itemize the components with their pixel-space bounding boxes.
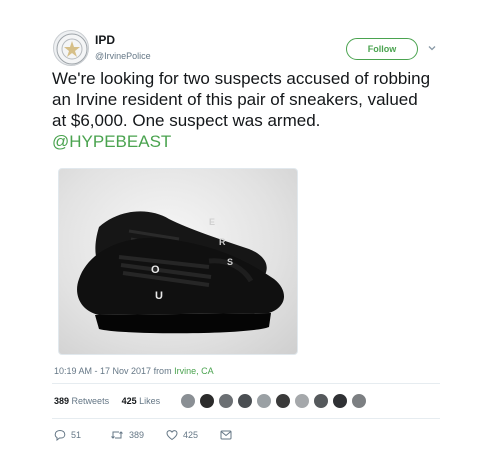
sneakers-image: O U E R S xyxy=(77,211,285,334)
tweet-card: IPD @IrvinePolice Follow We're looking f… xyxy=(0,0,480,460)
reply-icon xyxy=(54,429,66,441)
likes-count: 425 xyxy=(121,396,137,406)
divider xyxy=(52,418,440,419)
engagement-stats: 389 Retweets 425 Likes xyxy=(54,396,170,406)
tweet-body: We're looking for two suspects accused o… xyxy=(52,69,431,130)
chevron-down-icon[interactable] xyxy=(426,42,438,54)
follow-button[interactable]: Follow xyxy=(346,38,418,60)
retweet-count: 389 xyxy=(129,430,145,440)
liker-avatar[interactable] xyxy=(256,393,272,409)
shoe-letter: R xyxy=(219,237,226,247)
divider xyxy=(52,383,440,384)
shoe-letter: E xyxy=(209,217,215,227)
heart-icon xyxy=(166,430,178,441)
retweets-label: Retweets xyxy=(71,396,110,406)
retweets-stat[interactable]: 389 Retweets xyxy=(54,396,112,406)
like-button[interactable]: 425 xyxy=(166,429,220,441)
tweet-location[interactable]: Irvine, CA xyxy=(174,366,214,376)
tweet-time[interactable]: 10:19 AM - 17 Nov 2017 from xyxy=(54,366,172,376)
tweet-actions: 51 389 425 xyxy=(54,429,237,441)
liker-avatar[interactable] xyxy=(237,393,253,409)
likers-avatars xyxy=(180,393,370,409)
like-count: 425 xyxy=(183,430,199,440)
mention-link[interactable]: @HYPEBEAST xyxy=(52,132,171,151)
liker-avatar[interactable] xyxy=(275,393,291,409)
likes-label: Likes xyxy=(139,396,161,406)
liker-avatar[interactable] xyxy=(218,393,234,409)
shoe-letter: O xyxy=(151,264,160,276)
shoe-letter: U xyxy=(155,290,163,302)
liker-avatar[interactable] xyxy=(351,393,367,409)
liker-avatar[interactable] xyxy=(199,393,215,409)
user-name[interactable]: IPD xyxy=(95,33,115,47)
user-handle[interactable]: @IrvinePolice xyxy=(95,51,151,61)
envelope-icon xyxy=(220,430,232,440)
shoe-letter: S xyxy=(227,257,233,267)
liker-avatar[interactable] xyxy=(180,393,196,409)
tweet-media[interactable]: O U E R S xyxy=(58,168,298,355)
retweet-button[interactable]: 389 xyxy=(110,429,166,441)
badge-icon xyxy=(56,33,88,65)
avatar[interactable] xyxy=(53,30,89,66)
reply-button[interactable]: 51 xyxy=(54,429,110,441)
retweets-count: 389 xyxy=(54,396,70,406)
retweet-icon xyxy=(111,431,123,439)
tweet-text: We're looking for two suspects accused o… xyxy=(52,68,432,152)
liker-avatar[interactable] xyxy=(332,393,348,409)
tweet-timestamp: 10:19 AM - 17 Nov 2017 from Irvine, CA xyxy=(54,366,214,376)
reply-count: 51 xyxy=(71,430,82,440)
liker-avatar[interactable] xyxy=(313,393,329,409)
direct-message-button[interactable] xyxy=(220,430,237,440)
liker-avatar[interactable] xyxy=(294,393,310,409)
likes-stat[interactable]: 425 Likes xyxy=(122,396,161,406)
